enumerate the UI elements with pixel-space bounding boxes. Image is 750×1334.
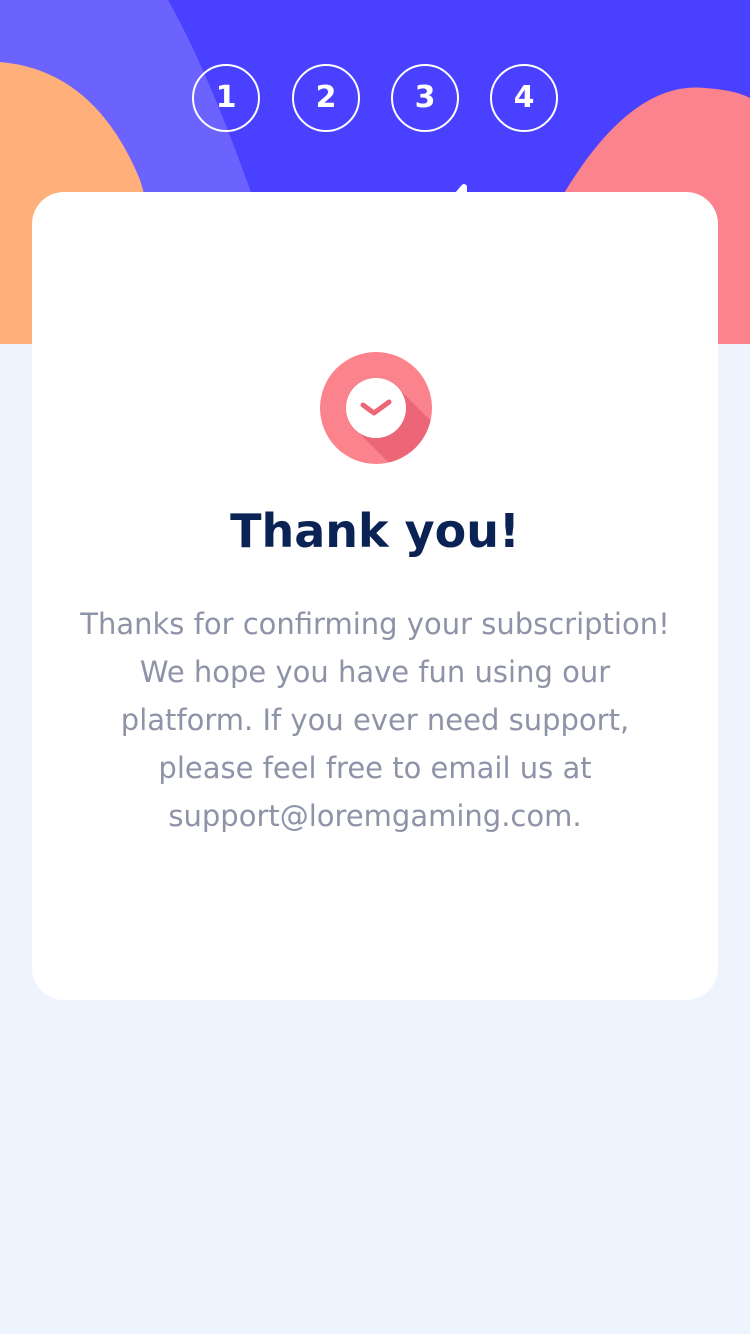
page-title: Thank you!: [230, 504, 520, 558]
step-2[interactable]: 2: [292, 64, 360, 132]
confirmation-message: Thanks for confirming your subscription!…: [80, 607, 670, 833]
step-4[interactable]: 4: [490, 64, 558, 132]
step-3[interactable]: 3: [391, 64, 459, 132]
confirmation-card: Thank you! Thanks for confirming your su…: [32, 192, 718, 1000]
check-circle-icon: [320, 352, 432, 464]
step-indicator: 1 2 3 4: [0, 64, 750, 132]
step-1[interactable]: 1: [192, 64, 260, 132]
